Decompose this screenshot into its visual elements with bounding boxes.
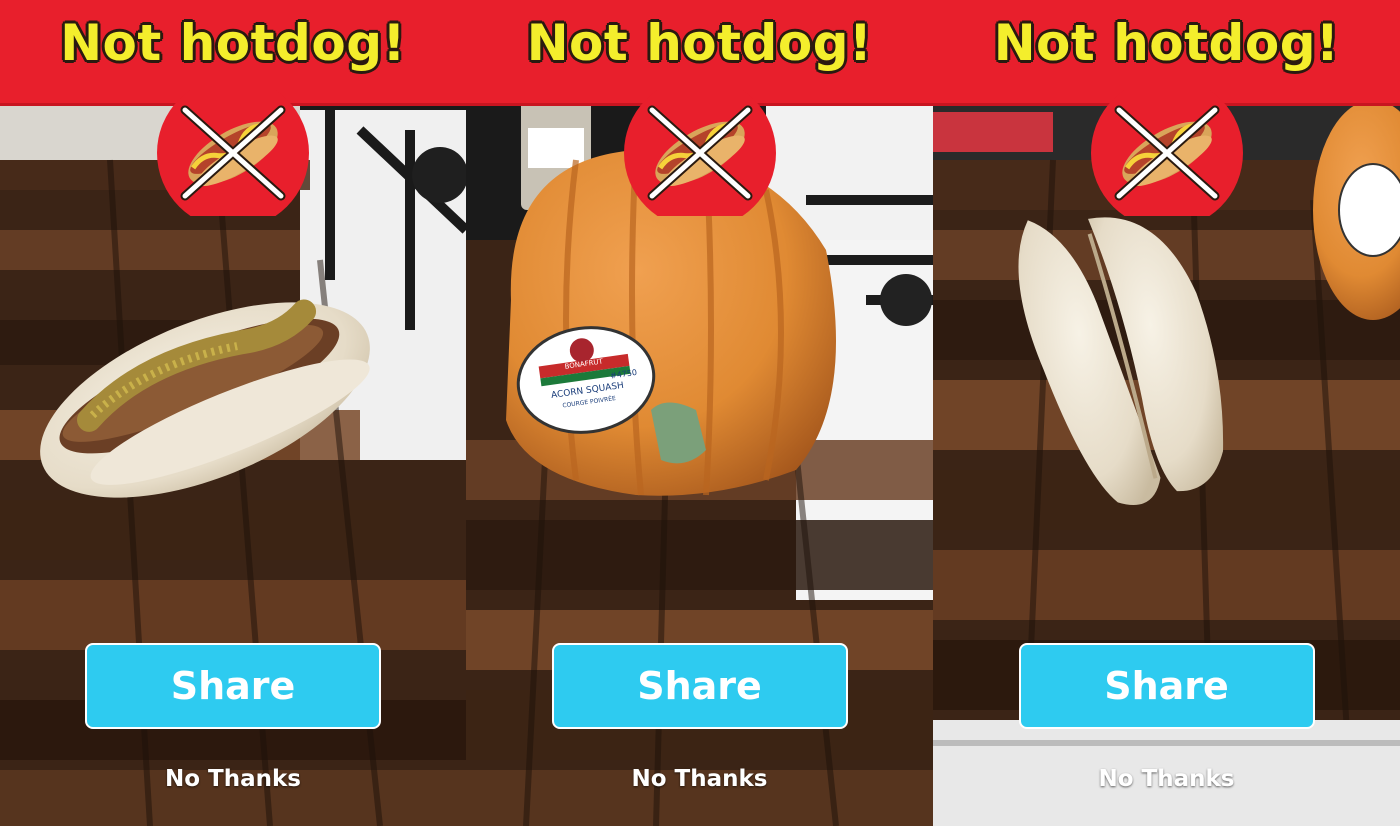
no-thanks-link[interactable]: No Thanks [933,766,1400,792]
result-screen-squash: ACORN SQUASH COURGE POIVRÉE BONAFRUT #47… [466,0,933,826]
result-screen-hotdog: Not hotdog! Share No Thanks [0,0,466,826]
share-button[interactable]: Share [85,643,381,729]
no-hotdog-icon [623,90,776,216]
result-title: Not hotdog! [993,14,1340,72]
no-thanks-link[interactable]: No Thanks [0,766,466,792]
share-button[interactable]: Share [1018,643,1315,729]
result-screen-bun: Not hotdog! Share No Thanks [933,0,1400,826]
no-thanks-link[interactable]: No Thanks [466,766,933,792]
screens-strip: Not hotdog! Share No Thanks ACORN SQUASH… [0,0,1400,826]
result-title: Not hotdog! [526,14,873,72]
result-title: Not hotdog! [60,14,406,72]
no-hotdog-icon [1090,90,1243,216]
share-button[interactable]: Share [551,643,848,729]
no-hotdog-icon [157,90,309,216]
